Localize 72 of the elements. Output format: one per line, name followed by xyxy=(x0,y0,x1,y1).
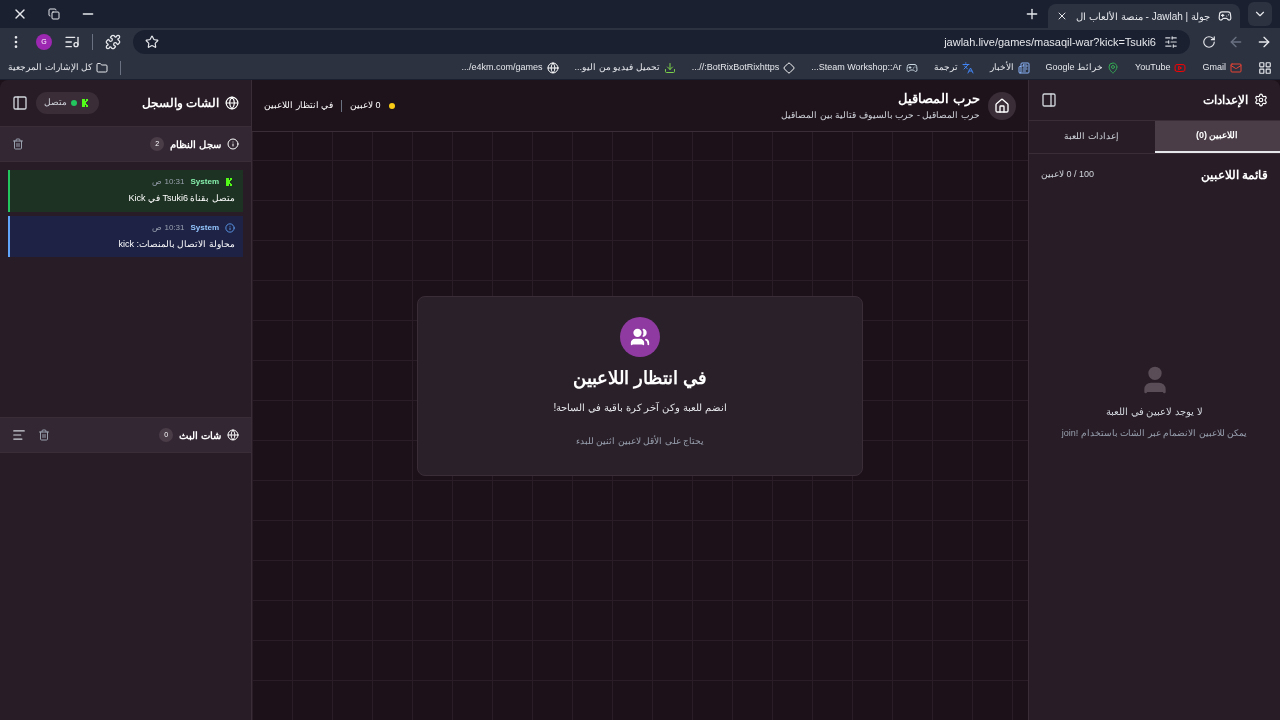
k-logo-icon xyxy=(81,98,91,108)
back-arrow-icon[interactable] xyxy=(1228,34,1244,50)
restore-window-icon[interactable] xyxy=(48,8,60,20)
home-button[interactable] xyxy=(988,91,1016,120)
section-title: قائمة اللاعبين xyxy=(1200,167,1268,184)
panel-tab[interactable]: إعدادات اللعبة xyxy=(1029,121,1155,153)
align-icon[interactable] xyxy=(12,428,26,442)
info-icon xyxy=(225,222,235,233)
empty-hint: يمكن للاعبين الانضمام عبر الشات باستخدام !join xyxy=(1061,426,1248,441)
users-icon xyxy=(630,327,650,347)
bookmark-link[interactable]: e4km.com/games/... xyxy=(461,60,543,75)
bookmark-favicon-icon xyxy=(1107,61,1120,74)
address-bar[interactable]: jawlah.live/games/masaqil-war?kick=Tsuki6 xyxy=(133,30,1190,54)
bookmark-favicon-icon xyxy=(663,61,676,74)
browser-tab[interactable]: جولة | Jawlah - منصة الألعاب ال xyxy=(1048,4,1240,28)
gear-icon xyxy=(1254,93,1268,107)
bookmark-favicon-icon xyxy=(783,61,796,74)
bookmark-favicon-icon xyxy=(905,61,918,74)
favicon-icon xyxy=(1218,9,1232,23)
collapse-panel-icon[interactable] xyxy=(1041,92,1057,108)
empty-title: لا يوجد لاعبين في اللعبة xyxy=(1105,404,1204,419)
collapse-panel-icon[interactable] xyxy=(12,95,28,111)
bookmark-link[interactable]: Gmail xyxy=(1202,60,1226,75)
card-subtitle: انضم للعبة وكن آخر كرة باقية في الساحة! xyxy=(553,401,727,415)
tab-title: جولة | Jawlah - منصة الألعاب ال xyxy=(1076,9,1210,24)
game-title: حرب المصاقيل xyxy=(897,90,980,109)
section-title: سجل النظام xyxy=(170,137,221,152)
k-logo-icon xyxy=(225,177,235,187)
panel-title: الشات والسجل xyxy=(141,95,219,112)
bookmark-favicon-icon xyxy=(1017,61,1030,74)
bookmark-link[interactable]: YouTube xyxy=(1135,60,1171,75)
trash-icon[interactable] xyxy=(12,138,24,150)
bookmark-favicon-icon xyxy=(1174,61,1187,74)
folder-icon xyxy=(96,61,108,74)
bookmark-star-icon[interactable] xyxy=(145,35,159,49)
game-subtitle: حرب المصاقيل - حرب بالسيوف قتالية بين المصاقيل xyxy=(781,108,980,122)
player-count: 0 لاعبين xyxy=(350,98,381,113)
bookmark-link[interactable]: Steam Workshop::Ar... xyxy=(811,60,902,75)
bookmark-link[interactable]: خرائط Google xyxy=(1045,60,1104,75)
card-hint: يحتاج على الأقل لاعبين اثنين للبدء xyxy=(575,435,705,449)
connection-status: متصل xyxy=(44,96,67,110)
reload-icon[interactable] xyxy=(1202,35,1216,49)
info-icon xyxy=(227,138,239,150)
home-icon xyxy=(994,97,1010,114)
site-settings-icon[interactable] xyxy=(1164,35,1178,49)
bookmark-favicon-icon xyxy=(1230,61,1242,74)
log-time: 10:31 ص xyxy=(152,176,185,188)
section-title: شات البث xyxy=(179,428,221,443)
bookmark-favicon-icon xyxy=(546,61,559,74)
log-time: 10:31 ص xyxy=(152,221,185,234)
bookmark-link[interactable]: BotRixBotRixhttps://... xyxy=(691,60,780,75)
bookmark-link[interactable]: ترجمة xyxy=(933,60,958,75)
log-message: محاولة الاتصال بالمنصات: kick xyxy=(118,237,235,251)
game-status: في انتظار اللاعبين xyxy=(264,98,333,113)
url-text: jawlah.live/games/masaqil-war?kick=Tsuki6 xyxy=(944,34,1156,50)
log-author: System xyxy=(190,176,219,188)
trash-icon[interactable] xyxy=(38,429,50,441)
log-message: متصل بقناة Tsuki6 في Kick xyxy=(128,192,235,205)
extensions-icon[interactable] xyxy=(105,34,121,50)
tab-list-button[interactable] xyxy=(1248,2,1272,26)
media-control-icon[interactable] xyxy=(64,34,80,50)
apps-grid-icon[interactable] xyxy=(1258,60,1272,75)
player-count: 100 / 0 لاعبين xyxy=(1041,168,1095,182)
panel-tab[interactable]: اللاعبين (0) xyxy=(1154,121,1280,153)
bookmark-favicon-icon xyxy=(961,61,974,74)
bookmark-link[interactable]: الأخبار xyxy=(989,60,1014,75)
bookmark-label: كل الإشارات المرجعية xyxy=(8,60,92,74)
log-author: System xyxy=(190,221,219,234)
bookmark-link[interactable]: تحميل فيديو من اليو... xyxy=(574,60,660,75)
card-title: في انتظار اللاعبين xyxy=(573,367,707,391)
panel-title: الإعدادات xyxy=(1203,92,1248,109)
forward-arrow-icon[interactable] xyxy=(1256,34,1272,50)
